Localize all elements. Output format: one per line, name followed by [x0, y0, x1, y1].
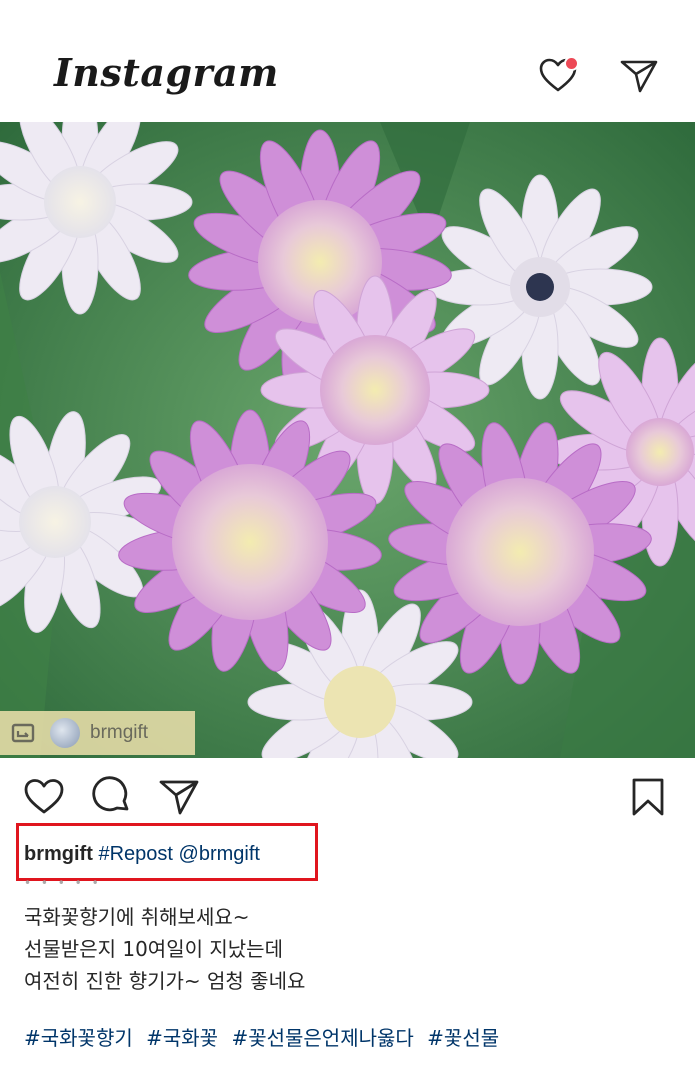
post-photo[interactable]: brmgift — [0, 122, 695, 758]
share-icon[interactable] — [158, 776, 200, 818]
flower-photo — [0, 122, 695, 758]
caption-line-2: 선물받은지 10여일이 지났는데 — [24, 937, 283, 961]
caption-line-3: 여전히 진한 향기가~ 엄청 좋네요 — [24, 969, 306, 993]
direct-send-icon[interactable] — [619, 56, 659, 96]
top-bar: Instagram — [0, 0, 695, 122]
repost-username: brmgift — [90, 722, 149, 743]
notification-dot — [564, 56, 579, 71]
caption-line-1: 국화꽃향기에 취해보세요~ — [24, 905, 250, 929]
activity-heart-icon[interactable] — [538, 56, 579, 96]
hashtag-link[interactable]: #꽃선물 — [427, 1026, 499, 1050]
repost-avatar — [50, 718, 80, 748]
app-logo[interactable]: Instagram — [54, 50, 279, 95]
like-icon[interactable] — [23, 776, 65, 818]
hashtag-list: #국화꽃향기 #국화꽃 #꽃선물은언제나옳다 #꽃선물 — [24, 1022, 506, 1051]
hashtag-link[interactable]: #국화꽃향기 — [24, 1026, 133, 1050]
comment-icon[interactable] — [91, 776, 133, 818]
post-action-bar — [0, 770, 695, 826]
hashtag-link[interactable]: #국화꽃 — [146, 1026, 218, 1050]
highlight-box — [16, 823, 318, 881]
caption-dots: • • • • • — [24, 876, 102, 890]
hashtag-link[interactable]: #꽃선물은언제나옳다 — [231, 1026, 413, 1050]
repost-icon — [11, 723, 35, 743]
caption-body: 국화꽃향기에 취해보세요~ 선물받은지 10여일이 지났는데 여전히 진한 향기… — [24, 901, 305, 997]
bookmark-icon[interactable] — [627, 776, 669, 818]
repost-badge: brmgift — [0, 711, 195, 755]
